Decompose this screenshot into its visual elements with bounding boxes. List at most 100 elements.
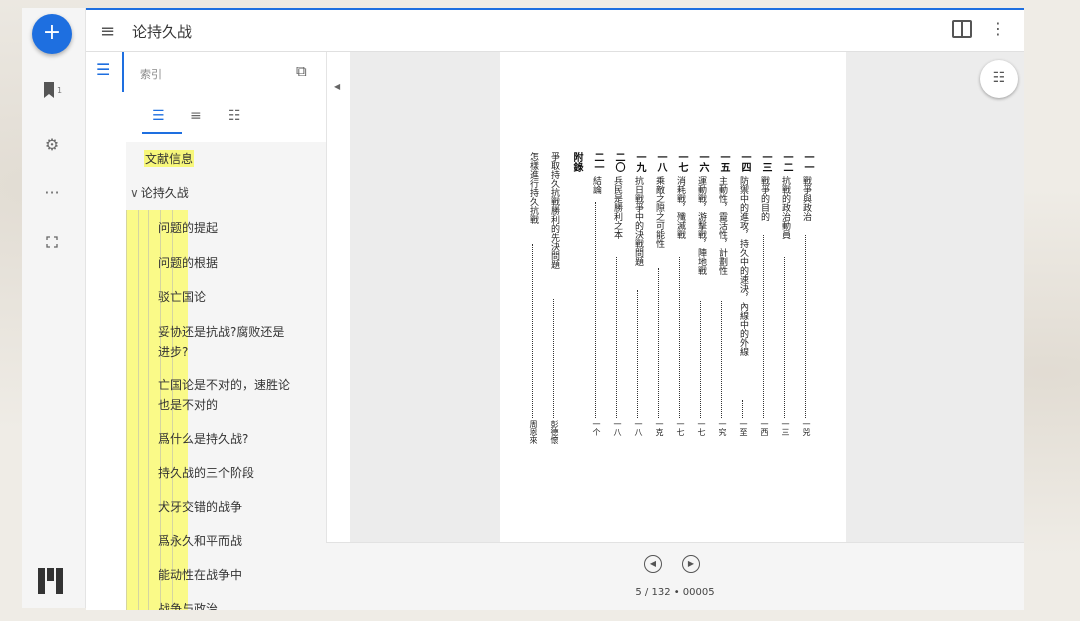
toc-entry-title: 防禦中的進攻，持久中的速決，內線中的外線 bbox=[738, 176, 748, 356]
toc-entry-title: 抗日戰爭中的決戰問題 bbox=[633, 176, 643, 266]
toc-item[interactable]: 战争与政治 bbox=[158, 599, 218, 610]
detail-list-icon[interactable]: ☷ bbox=[228, 108, 241, 124]
toc-item[interactable]: 爲永久和平而战 bbox=[158, 531, 242, 551]
chevron-down-icon: ∨ bbox=[130, 186, 139, 200]
tree-guide-line bbox=[138, 210, 139, 610]
toc-entry-page: 周恩來 bbox=[529, 420, 538, 444]
toc-item-line: 妥协还是抗战?腐败还是 bbox=[158, 325, 285, 339]
sidebar-tabs: ☰ bbox=[86, 52, 126, 610]
toc-list: 文献信息 ∨ 论持久战 问题的提起 问题的根据 驳亡国论 妥协还是抗战?腐败还是 … bbox=[126, 142, 326, 610]
mirador-logo bbox=[38, 568, 63, 594]
toc-dot-leader bbox=[658, 268, 659, 418]
toc-entry-title: 抗戰的政治動員 bbox=[780, 176, 790, 239]
bookmark-button[interactable]: 1 bbox=[36, 74, 68, 106]
toc-entry-page: 一八 bbox=[634, 420, 643, 436]
toc-item[interactable]: 能动性在战争中 bbox=[158, 565, 242, 585]
toc-entry-number: 一二 bbox=[781, 152, 792, 172]
toc-entry-number: 一五 bbox=[718, 152, 729, 172]
toc-entry-page: 一八 bbox=[613, 420, 622, 436]
toc-entry-title: 消耗戰，殲滅戰 bbox=[675, 176, 685, 239]
toc-dot-leader bbox=[784, 257, 785, 418]
app-frame: + 1 ⚙ ··· ≡ 论持久战 ⋮ ☰ 索引 ⧉ ☰ ≡ ☷ 文献信息 ∨ 论… bbox=[22, 8, 1024, 610]
toc-entry-number: 一九 bbox=[634, 152, 645, 172]
toc-entry-page: 一三 bbox=[781, 420, 790, 436]
toc-entry-number: 一四 bbox=[739, 152, 750, 172]
toc-entry-page: 一兕 bbox=[802, 420, 811, 436]
book-view-icon[interactable] bbox=[952, 20, 972, 38]
toc-item-line: 也是不对的 bbox=[158, 398, 219, 412]
viewer-window: ≡ 论持久战 ⋮ ☰ 索引 ⧉ ☰ ≡ ☷ 文献信息 ∨ 论持久战 问题的提起 … bbox=[86, 8, 1024, 610]
tree-view-icon[interactable]: ☰ bbox=[152, 108, 165, 124]
toc-item-line: 亡国论是不对的，速胜论 bbox=[158, 378, 291, 392]
settings-button[interactable]: ⚙ bbox=[36, 128, 68, 160]
toc-entry-title: 結論 bbox=[591, 176, 601, 194]
tree-guide-line bbox=[126, 210, 127, 610]
image-adjust-button[interactable]: ☷ bbox=[980, 60, 1018, 98]
toc-entry-title: 爭取持久抗戰勝利的先決問題 bbox=[549, 152, 559, 269]
toc-entry-title: 怎樣進行持久抗戰 bbox=[528, 152, 538, 224]
toc-root-label: 论持久战 bbox=[140, 186, 189, 200]
viewer-footer: ◀ ▶ 5 / 132 • 00005 bbox=[326, 542, 1024, 610]
active-view-underline bbox=[142, 132, 182, 134]
fullscreen-icon bbox=[46, 236, 58, 248]
toc-entry-page: 一克 bbox=[655, 420, 664, 436]
toc-dot-leader bbox=[805, 235, 806, 418]
toc-entry-number: 附錄 bbox=[571, 152, 582, 172]
toc-entry-number: 一七 bbox=[676, 152, 687, 172]
toc-entry-page: 一七 bbox=[697, 420, 706, 436]
bookmark-count: 1 bbox=[56, 85, 63, 95]
toc-entry-page: 一究 bbox=[718, 420, 727, 436]
fullscreen-button[interactable] bbox=[36, 226, 68, 258]
scanned-toc-text: 一一 戰爭與政治 一兕 一二 抗戰的政治動員 一三 一三 戰爭的目的 一西 一四 防禦中的進攻，持久… bbox=[528, 152, 814, 472]
toc-item[interactable]: 妥协还是抗战?腐败还是 进步? bbox=[158, 322, 284, 362]
toc-dot-leader bbox=[763, 235, 764, 418]
toc-item[interactable]: 犬牙交错的战争 bbox=[158, 497, 242, 517]
toc-entry-number: 一三 bbox=[760, 152, 771, 172]
toc-dot-leader bbox=[553, 299, 554, 418]
list-view-icon[interactable]: ≡ bbox=[190, 108, 202, 124]
table-of-contents-icon[interactable]: ☰ bbox=[96, 60, 110, 79]
toc-item[interactable]: 亡国论是不对的，速胜论 也是不对的 bbox=[158, 375, 290, 415]
index-panel: 索引 ⧉ ☰ ≡ ☷ 文献信息 ∨ 论持久战 问题的提起 问题的根据 驳亡国论 … bbox=[126, 52, 326, 610]
toc-item[interactable]: 爲什么是持久战? bbox=[158, 429, 248, 449]
previous-page-button[interactable]: ◀ bbox=[644, 555, 662, 573]
toc-entry-title: 戰爭與政治 bbox=[801, 176, 811, 221]
canvas-viewer[interactable]: 一一 戰爭與政治 一兕 一二 抗戰的政治動員 一三 一三 戰爭的目的 一西 一四 防禦中的進攻，持久… bbox=[350, 52, 1024, 542]
add-fab-button[interactable]: + bbox=[32, 14, 72, 54]
left-rail: + 1 ⚙ ··· bbox=[22, 8, 86, 608]
open-external-icon[interactable]: ⧉ bbox=[296, 62, 307, 80]
toc-entry-title: 兵民是勝利之本 bbox=[612, 176, 622, 239]
toc-entry-title: 運動戰，游擊戰，陣地戰 bbox=[696, 176, 706, 275]
tune-icon: ☷ bbox=[992, 70, 1006, 86]
more-button[interactable]: ··· bbox=[36, 176, 68, 208]
more-vertical-icon[interactable]: ⋮ bbox=[990, 19, 1006, 38]
toc-dot-leader bbox=[532, 244, 533, 418]
window-topbar: ≡ 论持久战 ⋮ bbox=[86, 10, 1024, 52]
toc-dot-leader bbox=[721, 301, 722, 418]
toc-entry-number: 二一 bbox=[592, 152, 603, 172]
doc-info-item[interactable]: 文献信息 bbox=[144, 150, 195, 167]
toc-root[interactable]: ∨ 论持久战 bbox=[130, 184, 189, 201]
toc-entry-number: 二〇 bbox=[613, 152, 624, 172]
toc-item-line: 进步? bbox=[158, 345, 189, 359]
toc-item[interactable]: 问题的提起 bbox=[158, 218, 218, 238]
bookmark-icon bbox=[43, 82, 54, 98]
collapse-panel-button[interactable]: ◀ bbox=[326, 52, 350, 542]
more-horizontal-icon: ··· bbox=[44, 182, 60, 202]
toc-item[interactable]: 持久战的三个阶段 bbox=[158, 463, 254, 483]
toc-entry-title: 主動性，靈活性，計劃性 bbox=[717, 176, 727, 275]
menu-icon[interactable]: ≡ bbox=[100, 21, 115, 42]
toc-dot-leader bbox=[679, 257, 680, 418]
page-info: 5 / 132 • 00005 bbox=[635, 587, 715, 598]
toc-entry-title: 乘敵之隙之可能性 bbox=[654, 176, 664, 248]
toc-item[interactable]: 问题的根据 bbox=[158, 253, 218, 273]
toc-entry-page: 彭德懷 bbox=[550, 420, 559, 444]
view-mode-tabs: ☰ ≡ ☷ bbox=[140, 102, 326, 136]
toc-item[interactable]: 驳亡国论 bbox=[158, 287, 206, 307]
next-page-button[interactable]: ▶ bbox=[682, 555, 700, 573]
gear-icon: ⚙ bbox=[44, 134, 60, 154]
toc-entry-page: 一至 bbox=[739, 420, 748, 436]
toc-dot-leader bbox=[700, 301, 701, 418]
toc-entry-number: 一八 bbox=[655, 152, 666, 172]
triangle-left-icon: ◀ bbox=[334, 82, 341, 91]
